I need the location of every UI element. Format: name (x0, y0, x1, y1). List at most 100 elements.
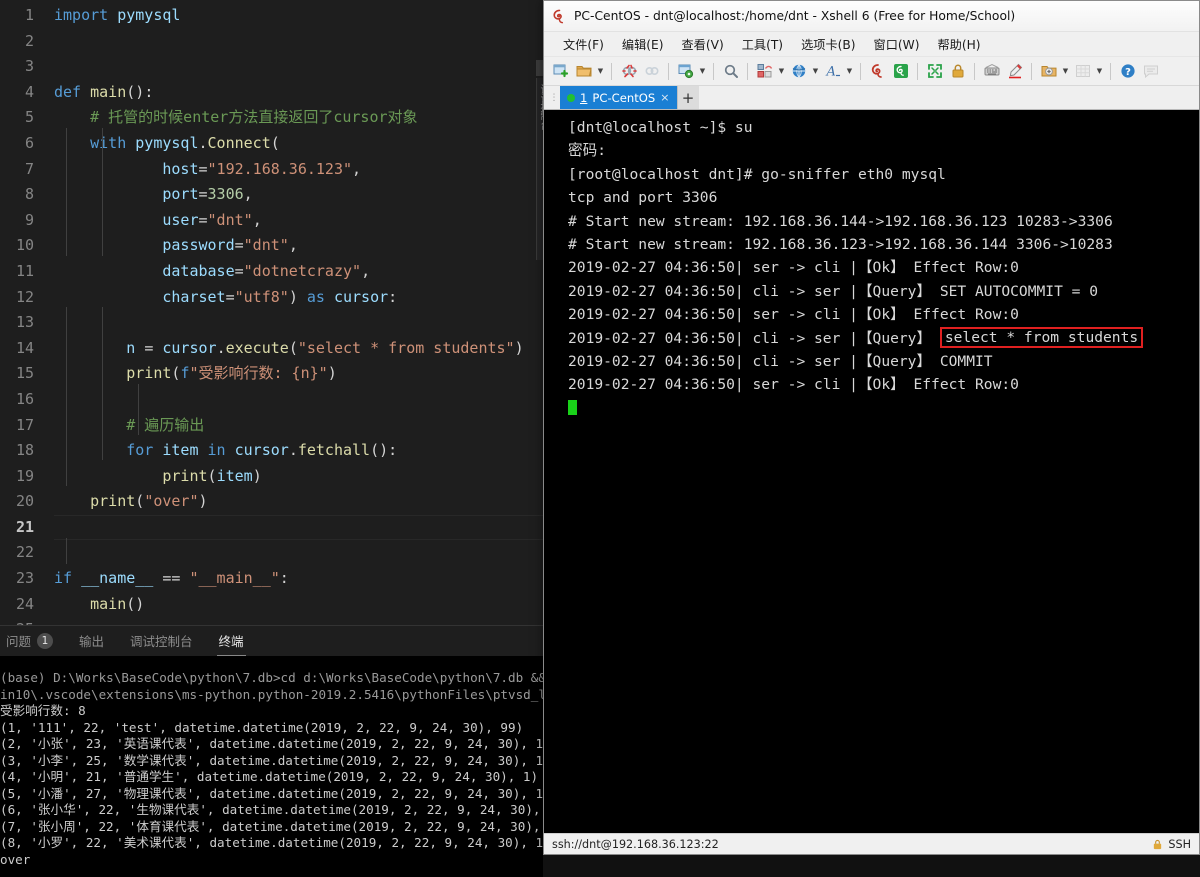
line-number: 12 (15, 287, 34, 306)
session-tab-pc-centos[interactable]: 1 PC-CentOS × (560, 86, 677, 109)
code-text: # 托管的时候enter方法直接返回了cursor对象 (54, 108, 418, 127)
globe-icon[interactable] (787, 60, 810, 83)
menu-file[interactable]: 文件(F) (554, 32, 613, 56)
disconnect-icon[interactable] (617, 60, 640, 83)
xshell-terminal[interactable]: [dnt@localhost ~]$ su 密码: [root@localhost … (544, 110, 1199, 833)
ssh-lock-icon (1152, 839, 1163, 850)
connected-status-dot-icon (567, 93, 575, 102)
toolbar-separator (974, 62, 975, 80)
xshell-logo-icon[interactable] (866, 60, 889, 83)
menu-tabs[interactable]: 选项卡(B) (792, 32, 864, 56)
menu-view[interactable]: 查看(V) (673, 32, 733, 56)
xshell-terminal-line: tcp and port 3306 (568, 189, 718, 207)
chevron-down-icon[interactable]: ▼ (844, 60, 855, 83)
chevron-down-icon[interactable]: ▼ (1060, 60, 1071, 83)
code-text: host="192.168.36.123", (162, 159, 362, 178)
xshell-logo-icon (552, 9, 567, 24)
code-text: if __name__ == "__main__": (54, 569, 289, 588)
add-folder-icon[interactable] (1037, 60, 1060, 83)
line-number: 7 (24, 159, 34, 178)
toolbar-separator (1031, 62, 1032, 80)
new-session-icon[interactable] (549, 60, 572, 83)
xshell-terminal-line: 2019-02-27 04:36:50| cli -> ser |【Query】… (568, 326, 1199, 350)
layout-icon[interactable] (753, 60, 776, 83)
code-text: charset="utf8") as cursor: (162, 287, 398, 306)
xshell-tabbar[interactable]: ⋮ 1 PC-CentOS × + (544, 86, 1199, 110)
code-text: password="dnt", (162, 236, 298, 255)
statusbar-protocol-text: SSH (1168, 837, 1191, 851)
line-number: 22 (15, 543, 34, 562)
line-number: 19 (15, 466, 34, 485)
font-icon[interactable]: A (821, 60, 844, 83)
lock-icon[interactable] (946, 60, 969, 83)
line-number: 4 (24, 82, 34, 101)
screen: 1 import pymysql 2 3 4 def main(): 5 # 托管的时候en… (0, 0, 1200, 877)
menu-edit[interactable]: 编辑(E) (613, 32, 673, 56)
table-icon (1071, 60, 1094, 83)
menu-window[interactable]: 窗口(W) (865, 32, 929, 56)
close-tab-icon[interactable]: × (660, 91, 669, 104)
help-icon[interactable]: ? (1116, 60, 1139, 83)
code-text: port=3306, (162, 185, 253, 204)
line-number: 17 (15, 415, 34, 434)
indent-guide (102, 128, 103, 256)
chevron-down-icon[interactable]: ▼ (776, 60, 787, 83)
chevron-down-icon[interactable]: ▼ (697, 60, 708, 83)
new-tab-button[interactable]: + (676, 86, 699, 109)
line-number: 15 (15, 364, 34, 383)
properties-icon[interactable] (674, 60, 697, 83)
highlight-pen-icon[interactable] (1003, 60, 1026, 83)
panel-tab-badge: 1 (37, 632, 54, 649)
line-number: 21 (15, 517, 34, 536)
xshell-terminal-line: # Start new stream: 192.168.36.123->192.… (568, 235, 1113, 253)
menu-tools[interactable]: 工具(T) (733, 32, 792, 56)
indent-guide (138, 384, 139, 435)
xshell-terminal-line: # Start new stream: 192.168.36.144->192.… (568, 212, 1113, 230)
line-number: 25 (0, 617, 44, 625)
line-number: 3 (24, 57, 34, 76)
line-number: 1 (24, 6, 34, 24)
xshell-titlebar[interactable]: PC-CentOS - dnt@localhost:/home/dnt - Xs… (544, 1, 1199, 32)
terminal-cursor-row (568, 397, 1199, 420)
chevron-down-icon[interactable]: ▼ (1094, 60, 1105, 83)
line-number: 11 (15, 261, 34, 280)
xftp-icon[interactable] (889, 60, 912, 83)
code-text: def main(): (54, 82, 154, 101)
terminal-line-text: 2019-02-27 04:36:50| cli -> ser |【Query】 (568, 329, 940, 347)
line-number: 5 (24, 108, 34, 127)
open-folder-icon[interactable] (572, 60, 595, 83)
code-text: import pymysql (54, 6, 181, 24)
line-number: 10 (15, 236, 34, 255)
indent-guide (66, 128, 67, 256)
chevron-down-icon[interactable]: ▼ (810, 60, 821, 83)
session-tab-number: 1 (580, 90, 588, 105)
keyboard-icon[interactable] (980, 60, 1003, 83)
indent-guide (66, 538, 67, 564)
terminal-cursor (568, 399, 577, 415)
statusbar-connection-text: ssh://dnt@192.168.36.123:22 (552, 837, 719, 851)
panel-tab-2[interactable]: 调试控制台 (128, 631, 195, 656)
fullscreen-icon[interactable] (923, 60, 946, 83)
panel-tab-1[interactable]: 输出 (77, 631, 106, 656)
xshell-terminal-line: 2019-02-27 04:36:50| cli -> ser |【Query】… (568, 352, 993, 370)
line-number: 6 (24, 133, 34, 152)
menu-help[interactable]: 帮助(H) (928, 32, 989, 56)
reconnect-icon (640, 60, 663, 83)
line-number: 9 (24, 210, 34, 229)
code-text: # 遍历输出 (54, 415, 205, 434)
xshell-terminal-line: [root@localhost dnt]# go-sniffer eth0 my… (568, 165, 946, 183)
find-icon[interactable] (719, 60, 742, 83)
line-number: 8 (24, 185, 34, 204)
chevron-down-icon[interactable]: ▼ (595, 60, 606, 83)
xshell-toolbar[interactable]: ▼ ▼ ▼ ▼ A ▼ ▼ ▼? (544, 57, 1199, 86)
toolbar-separator (668, 62, 669, 80)
xshell-window[interactable]: PC-CentOS - dnt@localhost:/home/dnt - Xs… (543, 0, 1200, 855)
panel-tab-0[interactable]: 问题 1 (4, 631, 55, 656)
svg-text:A: A (825, 65, 835, 80)
panel-tab-3[interactable]: 终端 (216, 631, 246, 656)
xshell-menubar[interactable]: 文件(F) 编辑(E) 查看(V) 工具(T) 选项卡(B) 窗口(W) 帮助(H) (544, 32, 1199, 57)
